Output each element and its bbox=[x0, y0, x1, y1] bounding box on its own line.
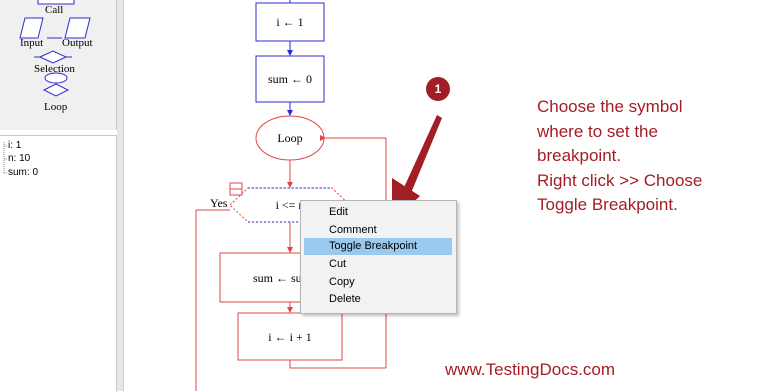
menu-item-toggle-breakpoint-label: Toggle Breakpoint bbox=[329, 240, 418, 252]
menu-item-comment[interactable]: Comment bbox=[304, 222, 452, 239]
instruction-line-4: Right click >> Choose bbox=[537, 170, 703, 190]
menu-item-cut[interactable]: Cut bbox=[304, 256, 452, 273]
website-footer: www.TestingDocs.com bbox=[445, 360, 616, 379]
instruction-line-3: breakpoint. bbox=[537, 146, 622, 165]
output-symbol-icon[interactable] bbox=[64, 17, 91, 39]
loop-node-text: Loop bbox=[277, 131, 302, 145]
palette-selection-label: Selection bbox=[34, 63, 75, 75]
menu-item-edit-label: Edit bbox=[329, 206, 348, 218]
palette-input-label: Input bbox=[20, 37, 44, 49]
menu-item-delete[interactable]: Delete bbox=[304, 291, 452, 308]
palette-call-label: Call bbox=[45, 4, 64, 16]
input-symbol-icon[interactable] bbox=[19, 17, 44, 39]
instruction-line-2: where to set the bbox=[537, 121, 658, 141]
variable-n: n: 10 bbox=[8, 153, 31, 164]
assign-i-text: i ← 1 bbox=[276, 15, 303, 29]
symbol-palette: Call Input Output Selection Loop bbox=[0, 0, 117, 130]
step-badge: 1 bbox=[426, 77, 450, 101]
variable-sum: sum: 0 bbox=[8, 167, 39, 178]
menu-item-copy-label: Copy bbox=[329, 276, 355, 288]
assign-sum-text: sum ← 0 bbox=[268, 72, 312, 86]
menu-item-edit[interactable]: Edit bbox=[304, 204, 452, 221]
instruction-note: Choose the symbol where to set the break… bbox=[537, 95, 702, 218]
palette-output-label: Output bbox=[62, 37, 93, 49]
yes-label: Yes bbox=[210, 196, 228, 210]
palette-loop-label: Loop bbox=[44, 101, 68, 113]
panel-splitter[interactable] bbox=[117, 0, 124, 391]
increment-text: i ← i + 1 bbox=[268, 330, 311, 344]
instruction-line-5: Toggle Breakpoint. bbox=[537, 195, 678, 214]
selection-symbol-icon[interactable] bbox=[38, 50, 68, 64]
context-menu: Edit Comment Toggle Breakpoint Cut Copy … bbox=[300, 200, 457, 314]
variable-i: i: 1 bbox=[8, 140, 22, 151]
menu-item-toggle-breakpoint[interactable]: Toggle Breakpoint bbox=[304, 238, 452, 255]
menu-item-delete-label: Delete bbox=[329, 293, 361, 305]
menu-item-copy[interactable]: Copy bbox=[304, 274, 452, 291]
instruction-line-1: Choose the symbol bbox=[537, 97, 683, 116]
menu-item-comment-label: Comment bbox=[329, 224, 377, 236]
variables-panel: i: 1 n: 10 sum: 0 bbox=[0, 135, 117, 392]
menu-item-cut-label: Cut bbox=[329, 258, 347, 270]
